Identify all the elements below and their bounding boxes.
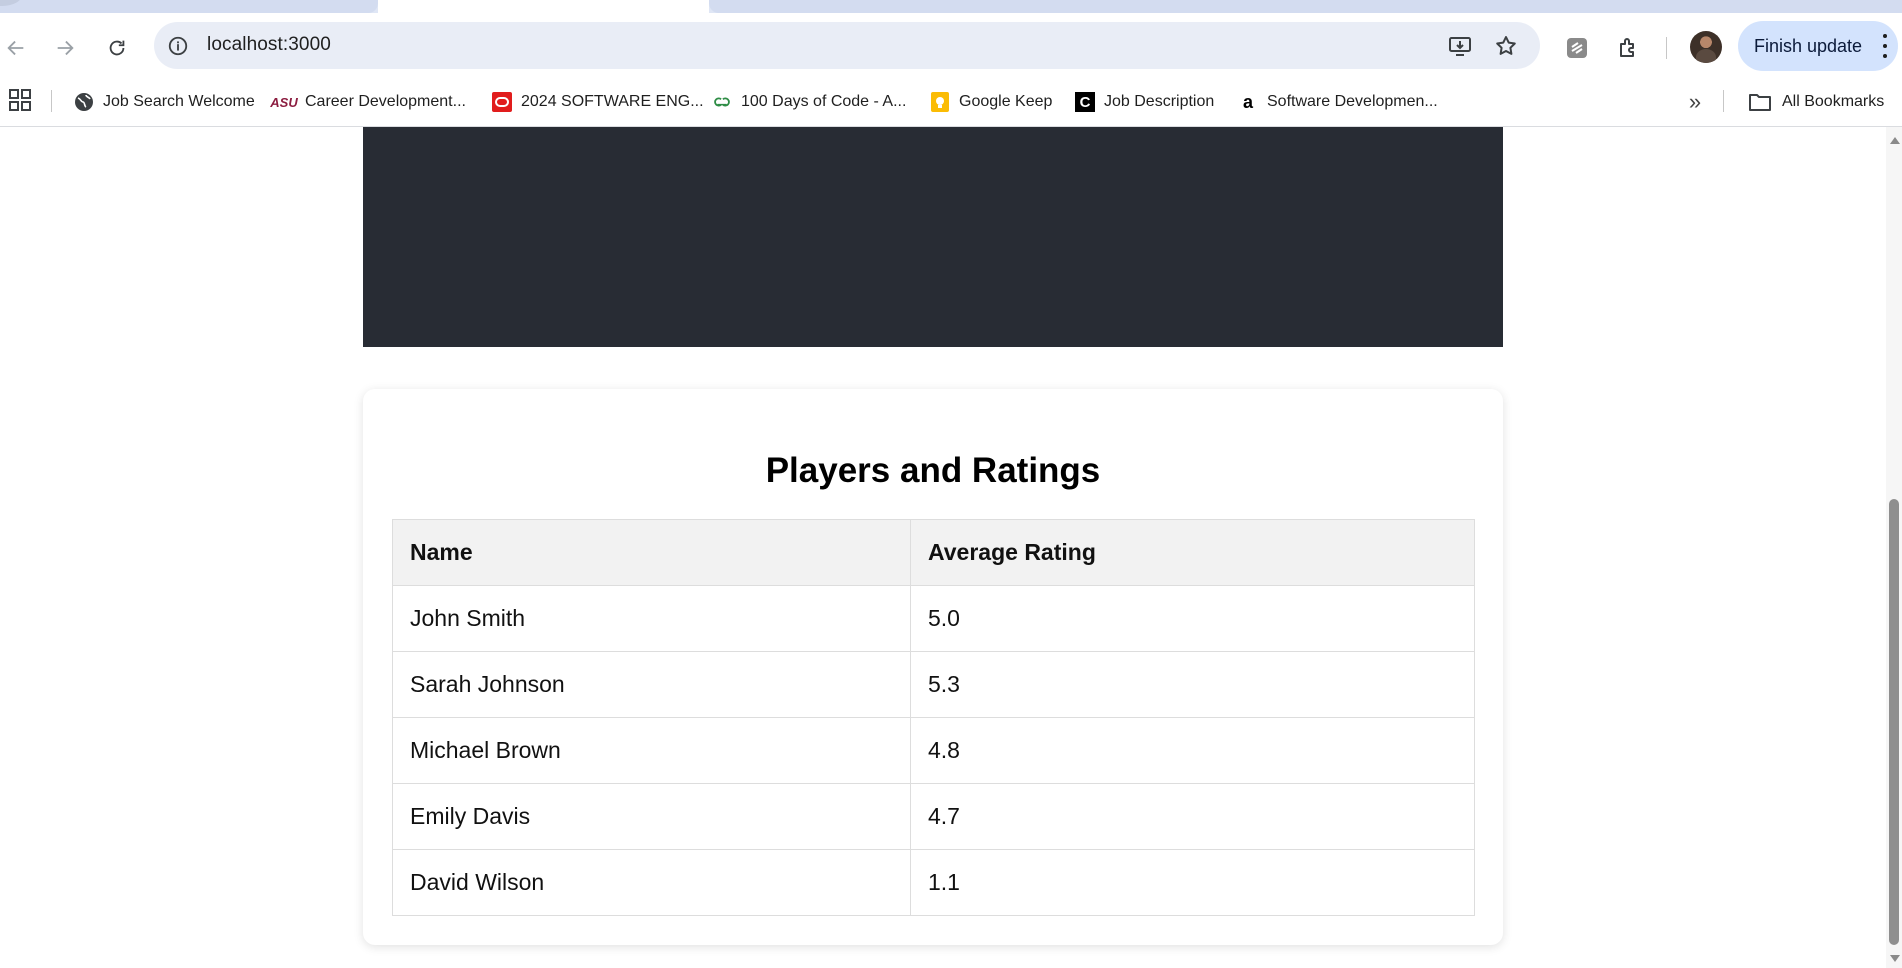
reload-button[interactable] xyxy=(101,32,133,64)
tab-strip xyxy=(0,0,1902,13)
player-rating-cell: 4.7 xyxy=(910,783,1475,850)
bookmark-label: 2024 SOFTWARE ENG... xyxy=(521,93,704,110)
bookmark-google-keep[interactable]: Google Keep xyxy=(930,86,1052,118)
player-rating-cell: 5.3 xyxy=(910,651,1475,718)
asu-logo-icon: ASU xyxy=(270,94,298,110)
column-header-name: Name xyxy=(392,519,911,586)
browser-tab-active[interactable] xyxy=(378,0,709,13)
bookmark-software-eng[interactable]: 2024 SOFTWARE ENG... xyxy=(492,86,704,118)
bookmarks-bar: Job Search Welcome ASU Career Developmen… xyxy=(0,79,1902,127)
bookmark-job-search-welcome[interactable]: Job Search Welcome xyxy=(74,86,255,118)
bookmark-career-development[interactable]: ASU Career Development... xyxy=(270,86,466,118)
address-bar[interactable]: localhost:3000 xyxy=(154,22,1540,69)
bookmarks-divider xyxy=(51,90,52,112)
bookmark-label: Job Search Welcome xyxy=(103,93,255,110)
apps-grid-icon[interactable] xyxy=(8,88,32,112)
tab-favicon-icon xyxy=(0,0,22,6)
player-name-cell: Michael Brown xyxy=(392,717,911,784)
bookmarks-overflow-button[interactable]: » xyxy=(1680,87,1710,117)
player-name-cell: David Wilson xyxy=(392,849,911,916)
arrow-right-icon xyxy=(57,40,74,56)
player-rating-cell: 1.1 xyxy=(910,849,1475,916)
back-button[interactable] xyxy=(0,32,32,64)
table-row: John Smith 5.0 xyxy=(392,585,1475,652)
chevron-double-right-icon: » xyxy=(1688,89,1702,114)
forward-button[interactable] xyxy=(49,32,81,64)
amazon-logo-icon: a xyxy=(1242,91,1253,112)
player-name-cell: Sarah Johnson xyxy=(392,651,911,718)
scroll-down-arrow-icon[interactable] xyxy=(1890,955,1900,962)
bookmarks-divider xyxy=(1723,90,1724,112)
players-table: Name Average Rating John Smith 5.0 Sarah… xyxy=(392,519,1475,916)
site-info-icon[interactable] xyxy=(164,32,191,59)
url-text[interactable]: localhost:3000 xyxy=(207,34,331,56)
google-keep-icon xyxy=(930,92,950,112)
player-name-cell: John Smith xyxy=(392,585,911,652)
column-header-average-rating: Average Rating xyxy=(910,519,1475,586)
more-vert-icon[interactable] xyxy=(1882,34,1888,58)
reload-icon xyxy=(109,40,125,56)
toolbar-divider xyxy=(1666,37,1667,59)
bookmark-label: Software Developmen... xyxy=(1267,93,1438,110)
players-card: Players and Ratings Name Average Rating … xyxy=(363,389,1503,945)
table-row: David Wilson 1.1 xyxy=(392,849,1475,916)
arrow-left-icon xyxy=(7,40,24,56)
profile-avatar[interactable] xyxy=(1690,31,1722,63)
table-row: Sarah Johnson 5.3 xyxy=(392,651,1475,718)
table-row: Michael Brown 4.8 xyxy=(392,717,1475,784)
geeksforgeeks-logo-icon xyxy=(712,92,732,112)
all-bookmarks-button[interactable]: All Bookmarks xyxy=(1748,86,1884,118)
player-name-cell: Emily Davis xyxy=(392,783,911,850)
c-logo-icon: C xyxy=(1075,92,1095,112)
table-header-row: Name Average Rating xyxy=(392,519,1475,586)
bookmark-label: Career Development... xyxy=(305,93,466,110)
finish-update-button[interactable]: Finish update xyxy=(1738,21,1898,71)
globe-icon xyxy=(74,92,94,112)
browser-toolbar: localhost:3000 Finish update xyxy=(0,13,1902,79)
browser-tab[interactable] xyxy=(0,0,378,13)
browser-tab[interactable] xyxy=(709,0,1902,13)
bookmark-job-description[interactable]: C Job Description xyxy=(1075,86,1214,118)
all-bookmarks-label: All Bookmarks xyxy=(1782,93,1885,110)
bookmark-label: 100 Days of Code - A... xyxy=(741,93,907,110)
player-rating-cell: 4.8 xyxy=(910,717,1475,784)
folder-icon xyxy=(1749,94,1771,111)
scroll-up-arrow-icon[interactable] xyxy=(1890,137,1900,144)
bookmark-label: Job Description xyxy=(1104,93,1215,110)
bookmark-100-days-of-code[interactable]: 100 Days of Code - A... xyxy=(712,86,906,118)
table-row: Emily Davis 4.7 xyxy=(392,783,1475,850)
oracle-logo-icon xyxy=(492,92,512,112)
bookmark-label: Google Keep xyxy=(959,93,1053,110)
puzzle-icon[interactable] xyxy=(1614,33,1644,63)
app-header-banner xyxy=(363,127,1503,347)
scrollbar-thumb[interactable] xyxy=(1889,499,1899,945)
install-app-icon[interactable] xyxy=(1445,31,1475,61)
page-scrollbar[interactable] xyxy=(1886,127,1902,968)
bookmark-software-development[interactable]: a Software Developmen... xyxy=(1238,86,1438,118)
page-viewport: Players and Ratings Name Average Rating … xyxy=(0,127,1886,968)
player-rating-cell: 5.0 xyxy=(910,585,1475,652)
page-title: Players and Ratings xyxy=(765,451,1101,490)
bookmark-star-icon[interactable] xyxy=(1491,31,1521,61)
extension-icon[interactable] xyxy=(1562,33,1592,63)
finish-update-label: Finish update xyxy=(1754,35,1863,56)
